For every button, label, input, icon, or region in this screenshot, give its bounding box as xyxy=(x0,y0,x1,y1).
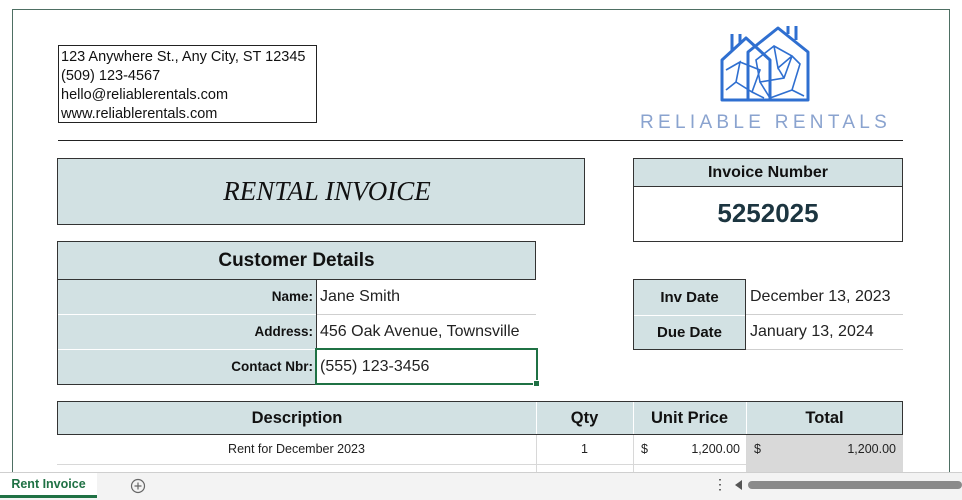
invoice-number-value[interactable]: 5252025 xyxy=(633,186,903,242)
invoice-number-label: Invoice Number xyxy=(633,158,903,187)
inv-date-label: Inv Date xyxy=(660,289,719,306)
row-total[interactable]: 1,200.00 xyxy=(770,442,896,456)
row-divider xyxy=(58,349,316,350)
due-date-label: Due Date xyxy=(656,324,723,341)
cell-gridline xyxy=(746,349,903,350)
company-contact-block: 123 Anywhere St., Any City, ST 12345 (50… xyxy=(58,45,317,123)
cell-gridline xyxy=(746,435,747,472)
customer-address-label: Address: xyxy=(254,324,313,339)
cell-gridline xyxy=(317,314,536,315)
row-total-currency: $ xyxy=(754,442,761,456)
company-email: hello@reliablerentals.com xyxy=(61,87,229,103)
due-date-value[interactable]: January 13, 2024 xyxy=(750,323,874,341)
row-unit-currency: $ xyxy=(641,442,648,456)
sheet-tab-rent-invoice[interactable]: Rent Invoice xyxy=(0,473,97,498)
header-divider xyxy=(58,140,903,141)
horizontal-scrollbar[interactable] xyxy=(748,481,962,489)
inv-date-value[interactable]: December 13, 2023 xyxy=(750,288,891,306)
customer-label-column: Name: Address: Contact Nbr: xyxy=(57,280,317,385)
fill-handle[interactable] xyxy=(533,380,540,387)
customer-contact-label: Contact Nbr: xyxy=(231,359,313,374)
active-cell-selection[interactable] xyxy=(315,348,540,387)
row-description[interactable]: Rent for December 2023 xyxy=(57,442,536,456)
date-label-column: Inv Date Due Date xyxy=(633,279,746,350)
company-address: 123 Anywhere St., Any City, ST 12345 xyxy=(61,49,306,65)
scroll-left-arrow-icon[interactable] xyxy=(735,480,742,490)
house-outline-logo-icon xyxy=(720,26,810,102)
row-qty[interactable]: 1 xyxy=(536,442,633,456)
line-items-header: Description Qty Unit Price Total xyxy=(57,401,903,435)
vertical-dots-icon[interactable]: ⋮ xyxy=(713,476,727,493)
cell-gridline xyxy=(633,435,634,472)
plus-circle-icon[interactable] xyxy=(130,478,146,494)
company-website: www.reliablerentals.com xyxy=(61,106,218,122)
customer-details-heading: Customer Details xyxy=(57,241,536,280)
customer-name-label: Name: xyxy=(271,289,313,304)
brand-name: RELIABLE RENTALS xyxy=(640,112,892,133)
row-divider xyxy=(58,314,316,315)
cell-gridline xyxy=(57,464,746,465)
row-unit-price[interactable]: 1,200.00 xyxy=(650,442,740,456)
row-divider xyxy=(634,315,745,316)
column-header-unit-price: Unit Price xyxy=(650,408,729,427)
column-header-qty: Qty xyxy=(570,408,599,427)
cell-gridline xyxy=(746,314,903,315)
company-phone: (509) 123-4567 xyxy=(61,68,161,84)
column-header-description: Description xyxy=(251,408,343,427)
invoice-title: RENTAL INVOICE xyxy=(57,158,585,225)
column-header-total: Total xyxy=(805,408,844,427)
sheet-tab-bar: Rent Invoice ⋮ xyxy=(0,472,962,500)
customer-name-value[interactable]: Jane Smith xyxy=(320,288,400,306)
customer-address-value[interactable]: 456 Oak Avenue, Townsville xyxy=(320,323,520,341)
